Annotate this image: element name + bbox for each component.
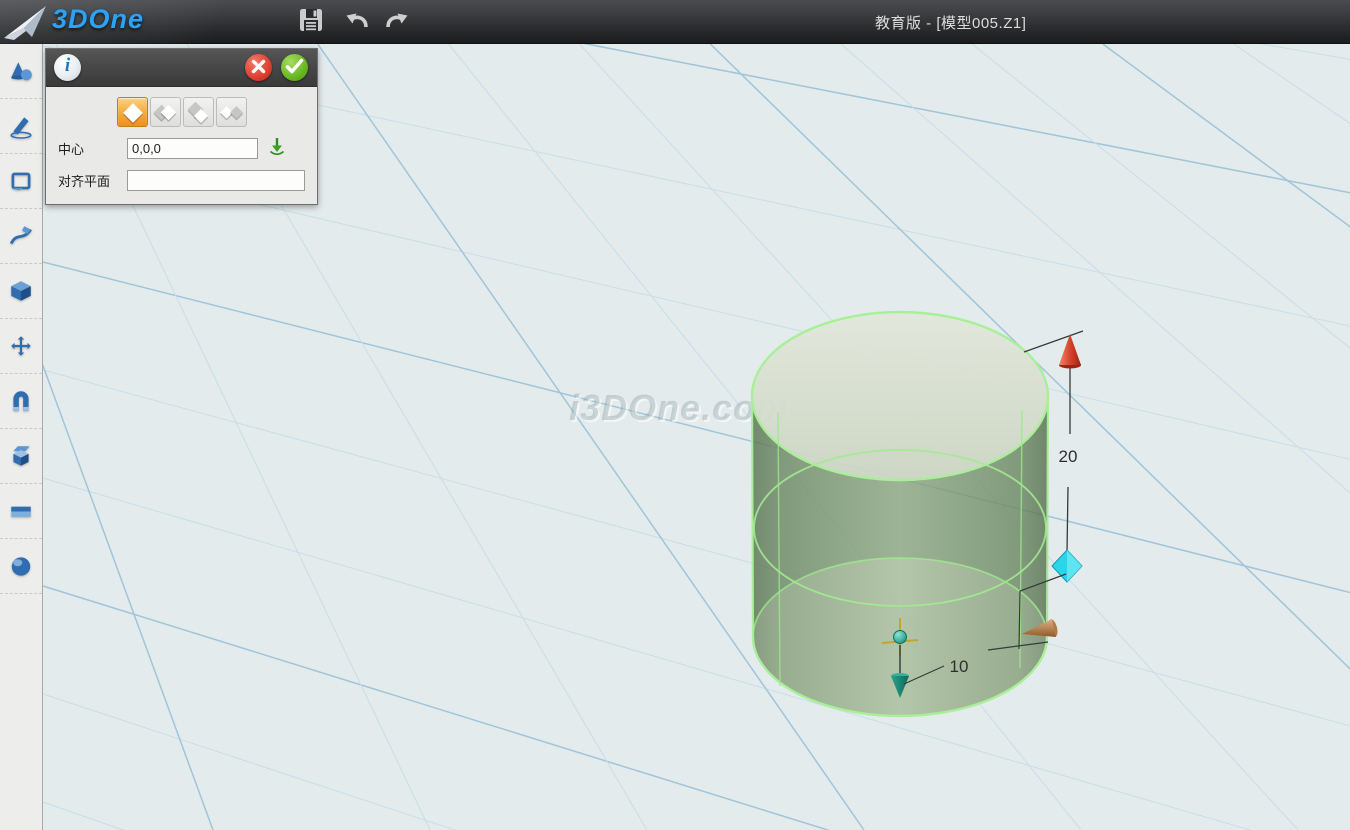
sidebar-item-feature-solid[interactable] <box>0 264 42 319</box>
sidebar-item-sketch-plane[interactable] <box>0 154 42 209</box>
cylinder-mode-two-diamond-button[interactable] <box>150 97 181 127</box>
sidebar-item-section-plane[interactable] <box>0 484 42 539</box>
info-button[interactable] <box>54 54 81 81</box>
sidebar-item-material-sphere[interactable] <box>0 539 42 594</box>
sketch-plane-icon <box>8 168 34 194</box>
pick-point-icon[interactable] <box>267 136 287 161</box>
center-point-handle-icon[interactable] <box>894 631 907 644</box>
edit-curve-icon <box>8 223 34 249</box>
align-magnet-icon <box>8 388 34 414</box>
sketch-icon <box>8 113 34 139</box>
radius-value-label[interactable]: 10 <box>950 657 969 676</box>
center-input[interactable] <box>127 138 258 159</box>
save-icon <box>297 22 325 37</box>
cylinder-right-silhouette <box>1047 396 1048 637</box>
sidebar-toolbar <box>0 44 43 830</box>
material-sphere-icon <box>8 553 34 579</box>
align-plane-field-label: 对齐平面 <box>58 171 127 190</box>
section-plane-icon <box>8 498 34 524</box>
close-icon <box>245 53 272 83</box>
redo-icon <box>383 22 411 37</box>
sidebar-item-combine[interactable] <box>0 429 42 484</box>
primitives-icon <box>8 58 34 84</box>
cylinder-mode-center-radius-button[interactable] <box>117 97 148 127</box>
combine-icon <box>8 443 34 469</box>
cancel-button[interactable] <box>245 54 272 81</box>
dialog-header <box>46 49 317 87</box>
undo-icon <box>343 22 371 37</box>
center-field-row: 中心 <box>58 136 305 161</box>
dialog-body: 中心 对齐平面 <box>46 87 317 204</box>
sidebar-item-move[interactable] <box>0 319 42 374</box>
sidebar-item-align-magnet[interactable] <box>0 374 42 429</box>
align-plane-input[interactable] <box>127 170 305 191</box>
3done-app: { "titlebar": { "logo_text": "3DOne", "t… <box>0 0 1350 830</box>
align-plane-field-row: 对齐平面 <box>58 170 305 191</box>
cylinder-dialog: 中心 对齐平面 <box>45 48 318 205</box>
save-button[interactable] <box>294 4 328 38</box>
titlebar: 3DOne 教 <box>0 0 1350 44</box>
cylinder-left-silhouette <box>752 396 753 637</box>
confirm-button[interactable] <box>281 54 308 81</box>
undo-button[interactable] <box>340 4 374 38</box>
app-logo-text: 3DOne <box>52 4 144 35</box>
feature-solid-icon <box>8 278 34 304</box>
sidebar-item-primitives[interactable] <box>0 44 42 99</box>
app-logo-icon <box>2 2 48 47</box>
height-value-label[interactable]: 20 <box>1059 447 1078 466</box>
center-field-label: 中心 <box>58 139 127 158</box>
move-icon <box>8 333 34 359</box>
sidebar-item-sketch[interactable] <box>0 99 42 154</box>
cylinder-mode-small-diamonds-button[interactable] <box>216 97 247 127</box>
redo-button[interactable] <box>380 4 414 38</box>
cylinder-mode-row <box>117 97 305 127</box>
window-title: 教育版 - [模型005.Z1] <box>875 12 1026 33</box>
sidebar-item-edit-curve[interactable] <box>0 209 42 264</box>
cylinder-mode-diagonal-diamond-button[interactable] <box>183 97 214 127</box>
check-icon <box>281 53 308 83</box>
